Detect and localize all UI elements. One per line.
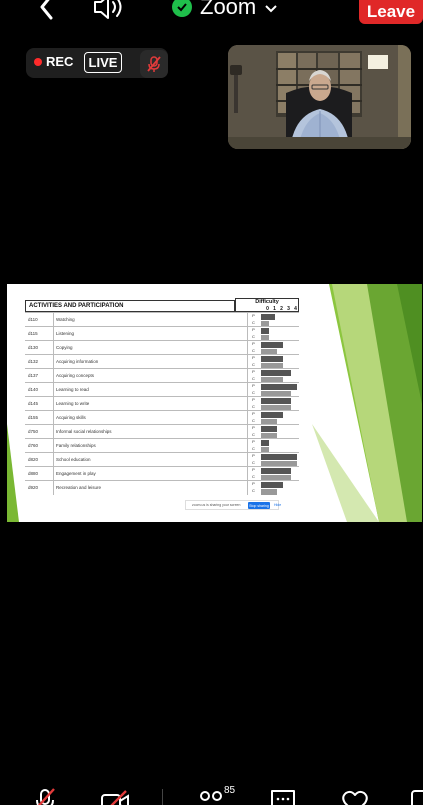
bottom-toolbar: 85: [0, 773, 423, 805]
rec-label: REC: [46, 54, 74, 69]
live-badge: LIVE: [84, 52, 122, 73]
row-code: d820: [28, 457, 39, 462]
row-p: P: [247, 341, 259, 348]
difficulty-label: Difficulty: [255, 299, 279, 305]
row-code: d132: [28, 359, 39, 364]
difficulty-header: Difficulty 0 1 2 3 4: [235, 298, 299, 312]
mute-mic-icon[interactable]: [30, 787, 60, 805]
table-row: d880 Engagement in play P C: [25, 466, 299, 481]
participants-icon[interactable]: [196, 787, 226, 805]
row-p: P: [247, 481, 259, 488]
row-code: d760: [28, 443, 39, 448]
speaker-icon[interactable]: [92, 0, 124, 20]
verified-check-icon: [172, 0, 192, 17]
top-bar: Zoom Leave: [0, 0, 423, 34]
row-name: Recreation and leisure: [56, 485, 102, 490]
video-off-icon[interactable]: [100, 787, 130, 805]
row-p: P: [247, 425, 259, 432]
meeting-title[interactable]: Zoom: [172, 0, 278, 20]
row-name: Learning to read: [56, 387, 89, 392]
row-name: Copying: [56, 345, 73, 350]
row-p: P: [247, 397, 259, 404]
table-row: d110 Watching P C: [25, 312, 299, 327]
back-chevron-icon[interactable]: [34, 0, 60, 20]
table-row: d145 Learning to write P C: [25, 396, 299, 411]
row-c: C: [247, 488, 259, 495]
table-row: d760 Family relationships P C: [25, 438, 299, 453]
rec-indicator: REC: [34, 54, 73, 69]
table-row: d920 Recreation and leisure P C: [25, 480, 299, 495]
row-p: P: [247, 369, 259, 376]
row-code: d137: [28, 373, 39, 378]
rec-dot-icon: [34, 57, 42, 66]
row-name: Acquiring skills: [56, 415, 86, 420]
reactions-heart-icon[interactable]: [340, 787, 370, 805]
table-title: ACTIVITIES AND PARTICIPATION: [25, 300, 235, 312]
participants-count: 85: [224, 785, 236, 796]
row-p: P: [247, 355, 259, 362]
row-code: d130: [28, 345, 39, 350]
row-p: P: [247, 439, 259, 446]
row-name: School education: [56, 457, 91, 462]
row-name: Acquiring concepts: [56, 373, 95, 378]
stop-sharing-button[interactable]: Stop sharing: [248, 502, 270, 509]
meeting-title-label: Zoom: [200, 0, 257, 19]
toolbar-divider: [162, 789, 163, 805]
row-code: d110: [28, 317, 38, 322]
table-row: d132 Acquiring information P C: [25, 354, 299, 369]
row-name: Engagement in play: [56, 471, 96, 476]
chevron-down-icon: [264, 0, 278, 20]
table-row: d750 Informal social relationships P C: [25, 424, 299, 439]
row-name: Acquiring information: [56, 359, 99, 364]
sharing-notice: zoom.us is sharing your screen Stop shar…: [185, 500, 281, 510]
row-name: Informal social relationships: [56, 429, 112, 434]
row-name: Family relationships: [56, 443, 96, 448]
difficulty-table: ACTIVITIES AND PARTICIPATION Difficulty …: [25, 298, 305, 510]
table-row: d140 Learning to read P C: [25, 382, 299, 397]
row-name: Listening: [56, 331, 75, 336]
row-p: P: [247, 411, 259, 418]
shared-screen[interactable]: ACTIVITIES AND PARTICIPATION Difficulty …: [7, 284, 422, 522]
row-p: P: [247, 453, 259, 460]
row-code: d750: [28, 429, 39, 434]
chat-icon[interactable]: [268, 787, 298, 805]
row-p: P: [247, 327, 259, 334]
participant-video[interactable]: [228, 45, 411, 149]
table-row: d820 School education P C: [25, 452, 299, 467]
more-icon[interactable]: [408, 787, 423, 805]
muted-mic-icon[interactable]: [140, 50, 168, 78]
table-row: d130 Copying P C: [25, 340, 299, 355]
row-code: d140: [28, 387, 39, 392]
row-name: Learning to write: [56, 401, 90, 406]
leave-button[interactable]: Leave: [359, 0, 423, 24]
row-p: P: [247, 383, 259, 390]
row-p: P: [247, 467, 259, 474]
row-code: d115: [28, 331, 38, 336]
table-row: d137 Acquiring concepts P C: [25, 368, 299, 383]
row-code: d920: [28, 485, 39, 490]
row-name: Watching: [56, 317, 75, 322]
row-code: d145: [28, 401, 39, 406]
hide-button[interactable]: Hide: [274, 503, 281, 507]
row-code: d155: [28, 415, 39, 420]
row-p: P: [247, 313, 259, 320]
table-row: d155 Acquiring skills P C: [25, 410, 299, 425]
sharing-notice-text: zoom.us is sharing your screen: [192, 503, 241, 507]
table-row: d115 Listening P C: [25, 326, 299, 341]
row-code: d880: [28, 471, 39, 476]
zoom-meeting-screen: Zoom Leave REC LIVE ACTIVITIES AND PARTI…: [0, 0, 423, 805]
